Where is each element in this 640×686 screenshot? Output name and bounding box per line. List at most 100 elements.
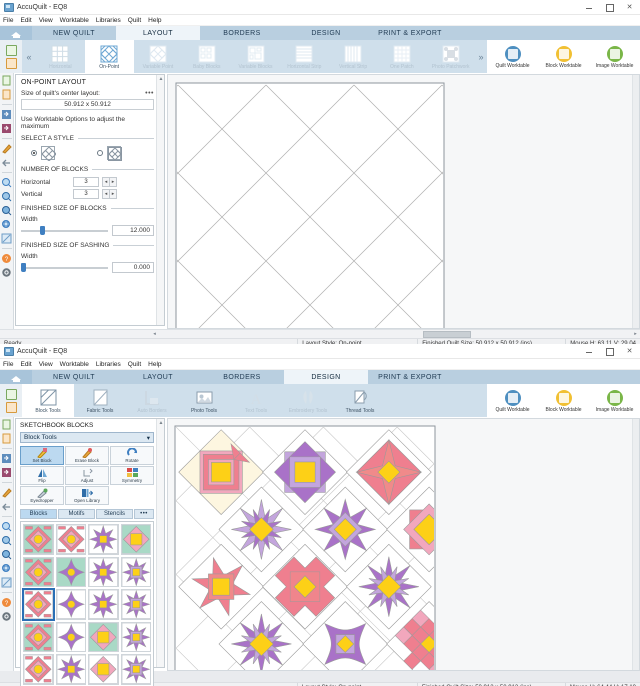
hscroll-thumb[interactable]	[423, 330, 471, 338]
block-thumbnail[interactable]	[120, 556, 151, 587]
image-worktable-button[interactable]: Image Worktable	[589, 40, 640, 73]
block-library-grid[interactable]	[20, 521, 154, 686]
pencil-icon-2[interactable]	[1, 487, 12, 498]
layout-variable-blocks-button[interactable]: Variable Blocks	[231, 40, 280, 73]
zoom-fit-icon-2[interactable]	[1, 549, 12, 560]
import-icon-2[interactable]	[1, 453, 12, 464]
open-file-icon[interactable]	[1, 89, 12, 100]
menu-edit-2[interactable]: Edit	[20, 361, 31, 368]
adjust-tool[interactable]: Adjust	[65, 466, 109, 485]
new-file-icon[interactable]	[1, 75, 12, 86]
new-file-icon-2[interactable]	[1, 419, 12, 430]
block-thumbnail[interactable]	[23, 654, 54, 685]
menu-file-2[interactable]: File	[3, 361, 13, 368]
block-worktable-button[interactable]: Block Worktable	[538, 40, 589, 73]
open-project-icon-2[interactable]	[5, 401, 17, 413]
close-button-2[interactable]: ✕	[625, 347, 634, 356]
maximize-button-2[interactable]	[605, 347, 614, 356]
sashing-width-slider[interactable]	[21, 262, 108, 272]
canvas-vertical-scrollbar-2[interactable]	[632, 419, 639, 670]
help-icon[interactable]: ?	[1, 253, 12, 264]
menu-view-2[interactable]: View	[39, 361, 53, 368]
photo-tools-button[interactable]: Photo Tools	[178, 384, 230, 417]
collapse-ribbon-button[interactable]: «	[22, 40, 36, 73]
gear-icon-2[interactable]	[1, 611, 12, 622]
maximize-button[interactable]	[605, 3, 614, 12]
quilt-canvas-design[interactable]	[167, 418, 640, 671]
blocks-width-slider-thumb[interactable]	[40, 225, 46, 235]
minimize-button[interactable]	[585, 3, 594, 12]
import-icon[interactable]	[1, 109, 12, 120]
close-button[interactable]: ✕	[625, 3, 634, 12]
sashing-width-value[interactable]: 0.000	[112, 262, 154, 273]
undo-icon-2[interactable]	[1, 501, 12, 512]
layout-one-patch-button[interactable]: One Patch	[377, 40, 426, 73]
menu-edit[interactable]: Edit	[20, 17, 31, 24]
subtab-motifs[interactable]: Motifs	[58, 509, 95, 519]
zoom-fit-icon[interactable]	[1, 205, 12, 216]
auto-borders-button[interactable]: Auto Borders	[126, 384, 178, 417]
style-radio-b[interactable]	[97, 150, 103, 156]
menu-help-2[interactable]: Help	[148, 361, 161, 368]
new-project-icon[interactable]	[5, 44, 17, 56]
block-thumbnail[interactable]	[120, 524, 151, 555]
vertical-increment-button[interactable]: ▸	[109, 189, 117, 199]
layout-on-point-button[interactable]: On-Point	[84, 40, 134, 73]
subtab-blocks[interactable]: Blocks	[20, 509, 57, 519]
zoom-region-icon-2[interactable]	[1, 563, 12, 574]
tab-design[interactable]: DESIGN	[284, 26, 368, 40]
open-project-icon[interactable]	[5, 57, 17, 69]
zoom-out-icon[interactable]	[1, 191, 12, 202]
blocks-width-slider[interactable]	[21, 225, 108, 235]
layout-horizontal-button[interactable]: Horizontal	[36, 40, 85, 73]
hscroll-track[interactable]	[159, 330, 631, 339]
blocks-width-value[interactable]: 12.000	[112, 225, 154, 236]
horizontal-increment-button[interactable]: ▸	[109, 177, 117, 187]
panel-scroll-up-button-2[interactable]: ▲	[157, 419, 165, 427]
layout-baby-blocks-button[interactable]: Baby Blocks	[182, 40, 231, 73]
panel-scroll-up-button[interactable]: ▲	[157, 75, 165, 83]
tab-layout-2[interactable]: LAYOUT	[116, 370, 200, 384]
text-tools-button[interactable]: A Text Tools	[230, 384, 282, 417]
tab-layout[interactable]: LAYOUT	[116, 26, 200, 40]
block-worktable-button-2[interactable]: Block Worktable	[538, 384, 589, 417]
menu-file[interactable]: File	[3, 17, 13, 24]
subtab-more[interactable]: •••	[134, 509, 154, 519]
block-thumbnail[interactable]	[55, 556, 86, 587]
block-thumbnail[interactable]	[88, 621, 119, 652]
block-thumbnail[interactable]	[88, 589, 119, 620]
block-tools-button[interactable]: Block Tools	[22, 384, 74, 417]
export-icon[interactable]	[1, 123, 12, 134]
style-b-icon[interactable]	[107, 146, 122, 161]
help-icon-2[interactable]: ?	[1, 597, 12, 608]
block-thumbnail[interactable]	[120, 621, 151, 652]
tab-print-export-2[interactable]: PRINT & EXPORT	[368, 370, 452, 384]
new-project-icon-2[interactable]	[5, 388, 17, 400]
zoom-out-icon-2[interactable]	[1, 535, 12, 546]
menu-worktable-2[interactable]: Worktable	[60, 361, 89, 368]
menu-help[interactable]: Help	[148, 17, 161, 24]
quilt-worktable-button[interactable]: Quilt Worktable	[487, 40, 538, 73]
layout-vertical-strip-button[interactable]: Vertical Strip	[329, 40, 378, 73]
undo-icon[interactable]	[1, 157, 12, 168]
block-thumbnail[interactable]	[88, 654, 119, 685]
menu-worktable[interactable]: Worktable	[60, 17, 89, 24]
block-thumbnail[interactable]	[88, 556, 119, 587]
eyedropper-tool[interactable]: Eyedropper	[20, 486, 64, 505]
layout-variable-point-button[interactable]: Variable Point	[134, 40, 183, 73]
ribbon-overflow-button[interactable]: »	[475, 40, 487, 73]
tab-design-2[interactable]: DESIGN	[284, 370, 368, 384]
symmetry-tool[interactable]: Symmetry	[110, 466, 154, 485]
open-library-tool[interactable]: Open Library	[65, 486, 109, 505]
subtab-stencils[interactable]: Stencils	[96, 509, 133, 519]
block-thumbnail[interactable]	[22, 588, 55, 621]
menu-libraries[interactable]: Libraries	[96, 17, 121, 24]
style-radio-a[interactable]	[31, 150, 37, 156]
tab-borders-2[interactable]: BORDERS	[200, 370, 284, 384]
zoom-region-icon[interactable]	[1, 219, 12, 230]
canvas-vertical-scrollbar[interactable]	[632, 75, 639, 328]
block-thumbnail[interactable]	[55, 589, 86, 620]
quilt-canvas-empty[interactable]	[167, 74, 640, 329]
gear-icon[interactable]	[1, 267, 12, 278]
set-block-tool[interactable]: Set Block	[20, 446, 64, 465]
